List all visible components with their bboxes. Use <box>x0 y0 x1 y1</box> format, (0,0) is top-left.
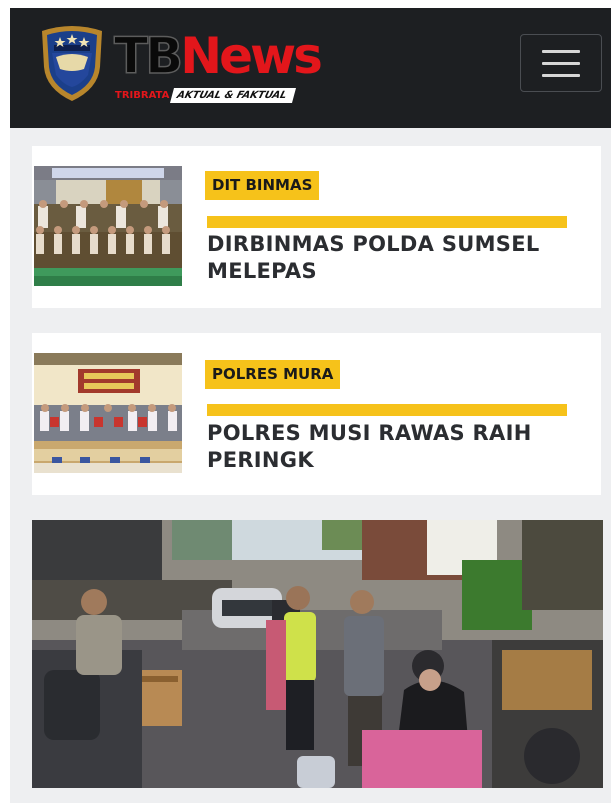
site-header: TBNews TRIBRATA AKTUAL & FAKTUAL <box>10 8 611 128</box>
tagline-tribrata: TRIBRATA <box>115 90 170 101</box>
article-title[interactable]: POLRES MUSI RAWAS RAIH PERINGK <box>207 420 587 474</box>
page-frame: TBNews TRIBRATA AKTUAL & FAKTUAL DIT BIN… <box>0 0 611 803</box>
menu-bar-bottom <box>542 73 580 77</box>
brand-news-text: News <box>180 27 323 85</box>
category-label[interactable]: DIT BINMAS <box>205 171 320 200</box>
brand-tb-text: TB <box>113 26 184 86</box>
brand-tagline: TRIBRATA AKTUAL & FAKTUAL <box>115 88 297 103</box>
article-card-polres-mura[interactable]: POLRES MURA POLRES MUSI RAWAS RAIH PERIN… <box>32 333 601 495</box>
mobile-screen: TBNews TRIBRATA AKTUAL & FAKTUAL DIT BIN… <box>10 8 611 803</box>
title-accent-bar <box>207 216 567 228</box>
menu-bar-middle <box>542 61 580 65</box>
article-thumbnail-polres-mura[interactable] <box>34 353 182 473</box>
article-thumbnail-dirbinmas[interactable] <box>34 166 182 286</box>
brand-wordmark[interactable]: TBNews <box>113 26 323 86</box>
title-accent-bar <box>207 404 567 416</box>
police-badge-logo-icon[interactable] <box>38 23 106 103</box>
article-card-dirbinmas[interactable]: DIT BINMAS DIRBINMAS POLDA SUMSEL MELEPA… <box>32 146 601 308</box>
featured-article-image[interactable] <box>32 520 603 788</box>
category-label[interactable]: POLRES MURA <box>205 360 341 389</box>
tagline-aktual-faktual: AKTUAL & FAKTUAL <box>170 88 297 103</box>
article-title[interactable]: DIRBINMAS POLDA SUMSEL MELEPAS <box>207 231 587 285</box>
menu-bar-top <box>542 49 580 53</box>
hamburger-menu-icon[interactable] <box>520 34 602 92</box>
